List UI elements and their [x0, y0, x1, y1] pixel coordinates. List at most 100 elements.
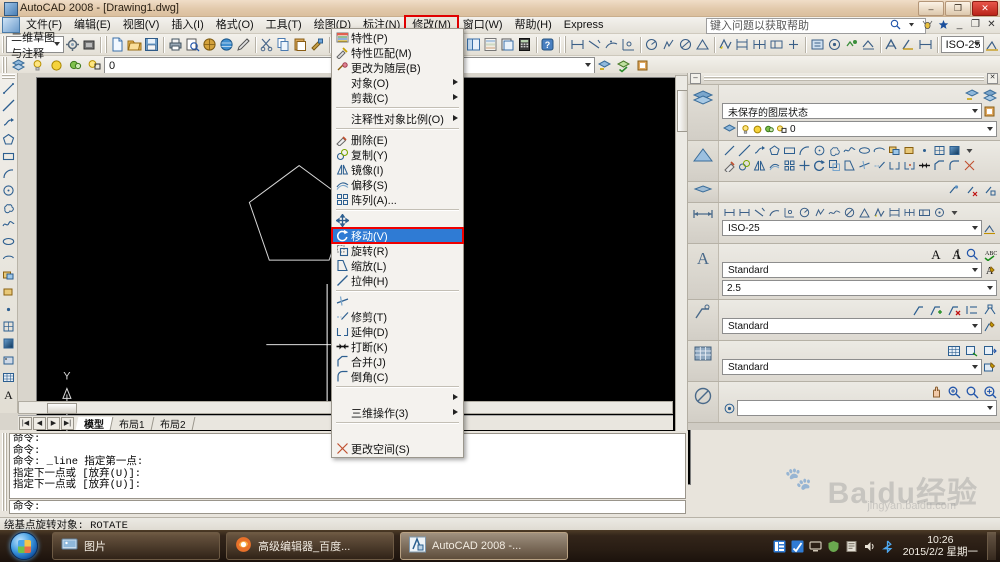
ellipse-icon[interactable]	[857, 143, 872, 158]
tab-next-button[interactable]: ▶	[47, 416, 60, 430]
open-icon[interactable]	[127, 36, 142, 53]
chevron-down-icon[interactable]	[905, 18, 918, 31]
quick-dim-icon[interactable]	[718, 36, 733, 53]
toolpalette-icon[interactable]	[483, 36, 498, 53]
layer-make-current-icon[interactable]	[615, 57, 632, 74]
construction-line-icon[interactable]	[0, 97, 16, 114]
draw-panel-expand-icon[interactable]	[962, 143, 977, 158]
collect-leader-icon[interactable]	[982, 303, 997, 318]
layers-icon[interactable]	[688, 85, 719, 140]
linear-dim-icon[interactable]	[722, 205, 737, 220]
menu-item-trim[interactable]	[332, 294, 463, 309]
menu-item-object[interactable]: 对象(O)	[332, 75, 463, 90]
menu-help[interactable]: 帮助(H)	[509, 17, 558, 33]
arc-dim-icon[interactable]	[767, 205, 782, 220]
layer-delete-icon[interactable]	[964, 183, 979, 198]
menu-item-erase[interactable]: 删除(E)	[332, 132, 463, 147]
workspace-settings-icon[interactable]	[65, 36, 80, 53]
stretch-icon[interactable]	[842, 158, 857, 173]
menu-item-match-properties[interactable]: 特性匹配(M)	[332, 45, 463, 60]
angular-dim-icon[interactable]	[695, 36, 710, 53]
fillet-icon[interactable]	[947, 158, 962, 173]
new-icon[interactable]	[110, 36, 125, 53]
workspace-combo[interactable]: 二维草图与注释	[6, 32, 64, 60]
xline-icon[interactable]	[737, 143, 752, 158]
zoom-realtime-icon[interactable]	[946, 385, 961, 400]
array-icon[interactable]	[782, 158, 797, 173]
bluetooth-icon[interactable]	[881, 540, 894, 553]
layer-states-manager-icon[interactable]	[982, 104, 997, 119]
dimension-icon[interactable]	[688, 203, 719, 243]
menu-item-mirror[interactable]: 镜像(I)	[332, 162, 463, 177]
polyline-icon[interactable]	[752, 143, 767, 158]
copy-icon[interactable]	[276, 36, 291, 53]
dimension-style-manager-icon[interactable]	[982, 221, 997, 236]
mtext-icon[interactable]: A	[928, 247, 943, 262]
layer-previous-icon[interactable]	[596, 57, 613, 74]
tolerance-icon[interactable]	[917, 205, 932, 220]
baseline-dim-icon[interactable]	[887, 205, 902, 220]
line-icon[interactable]	[722, 143, 737, 158]
draw-icon[interactable]	[688, 141, 719, 181]
layer-previous-icon[interactable]	[964, 88, 979, 103]
center-mark-icon[interactable]	[786, 36, 801, 53]
dimension-panel-expand-icon[interactable]	[947, 205, 962, 220]
menu-express[interactable]: Express	[558, 17, 610, 33]
dim-style-icon[interactable]	[861, 36, 876, 53]
dimstyle-manager-icon[interactable]	[985, 36, 999, 53]
dimension-style-combo[interactable]: ISO-25	[722, 220, 982, 236]
linear-dim2-icon[interactable]	[737, 205, 752, 220]
radius-dim-icon[interactable]	[644, 36, 659, 53]
trim-icon[interactable]	[857, 158, 872, 173]
align-leader-icon[interactable]	[964, 303, 979, 318]
taskbar-clock[interactable]: 10:26 2015/2/2 星期一	[903, 534, 978, 558]
publish-icon[interactable]	[202, 36, 217, 53]
menu-item-offset[interactable]: 偏移(S)	[332, 177, 463, 192]
layer-merge-icon[interactable]	[982, 183, 997, 198]
star-icon[interactable]	[937, 18, 950, 31]
layer-walk-icon[interactable]	[946, 183, 961, 198]
matchprop-icon[interactable]	[310, 36, 325, 53]
insert-block-icon[interactable]	[0, 267, 16, 284]
hatch-icon[interactable]	[932, 143, 947, 158]
menu-item-change-to-bylayer[interactable]: 更改为随层(B)	[332, 60, 463, 75]
dim-text-edit-icon[interactable]	[827, 36, 842, 53]
toolbar-grip[interactable]	[2, 74, 15, 79]
tab-first-button[interactable]: |◀	[19, 416, 32, 430]
revcloud-icon[interactable]	[827, 143, 842, 158]
text-slant-icon[interactable]	[901, 36, 916, 53]
layer-states-icon[interactable]	[634, 57, 651, 74]
scroll-thumb[interactable]	[47, 403, 77, 414]
sheetset-icon[interactable]	[500, 36, 515, 53]
menu-item-copy[interactable]: 复制(Y)	[332, 147, 463, 162]
tab-layout1[interactable]: 布局1	[110, 416, 154, 431]
radius-dim-icon[interactable]	[797, 205, 812, 220]
doc-restore-button[interactable]: ❐	[969, 18, 982, 31]
dim-update-icon[interactable]	[844, 36, 859, 53]
layer-tools-icon[interactable]	[688, 182, 719, 202]
arc-icon[interactable]	[0, 165, 16, 182]
maximize-button[interactable]: ❐	[945, 1, 971, 16]
menu-item-lengthen[interactable]: 拉伸(H)	[332, 273, 463, 288]
taskbar-item-editor[interactable]: 高级编辑器_百度...	[226, 532, 394, 560]
2dnav-combo[interactable]	[737, 400, 997, 416]
start-button[interactable]	[2, 532, 46, 560]
center-mark-icon[interactable]	[932, 205, 947, 220]
linear-dim-icon[interactable]	[570, 36, 585, 53]
spline-icon[interactable]	[0, 216, 16, 233]
dashboard-drag-grip[interactable]	[704, 76, 984, 81]
make-block-icon[interactable]	[0, 284, 16, 301]
text-style-manager-icon[interactable]: A	[982, 263, 997, 278]
aligned-dim-icon[interactable]	[752, 205, 767, 220]
polyline-icon[interactable]	[0, 114, 16, 131]
continue-dim-icon[interactable]	[902, 205, 917, 220]
text-upper-icon[interactable]	[884, 36, 899, 53]
volume-icon[interactable]	[863, 540, 876, 553]
ellipse-arc-icon[interactable]	[0, 250, 16, 267]
menu-item-clip[interactable]: 剪裁(C)	[332, 90, 463, 105]
zoom-extents-icon[interactable]	[982, 385, 997, 400]
chamfer-icon[interactable]	[932, 158, 947, 173]
toolbar-grip[interactable]	[2, 57, 7, 74]
dim-spacing-icon[interactable]	[918, 36, 933, 53]
extend-icon[interactable]	[872, 158, 887, 173]
